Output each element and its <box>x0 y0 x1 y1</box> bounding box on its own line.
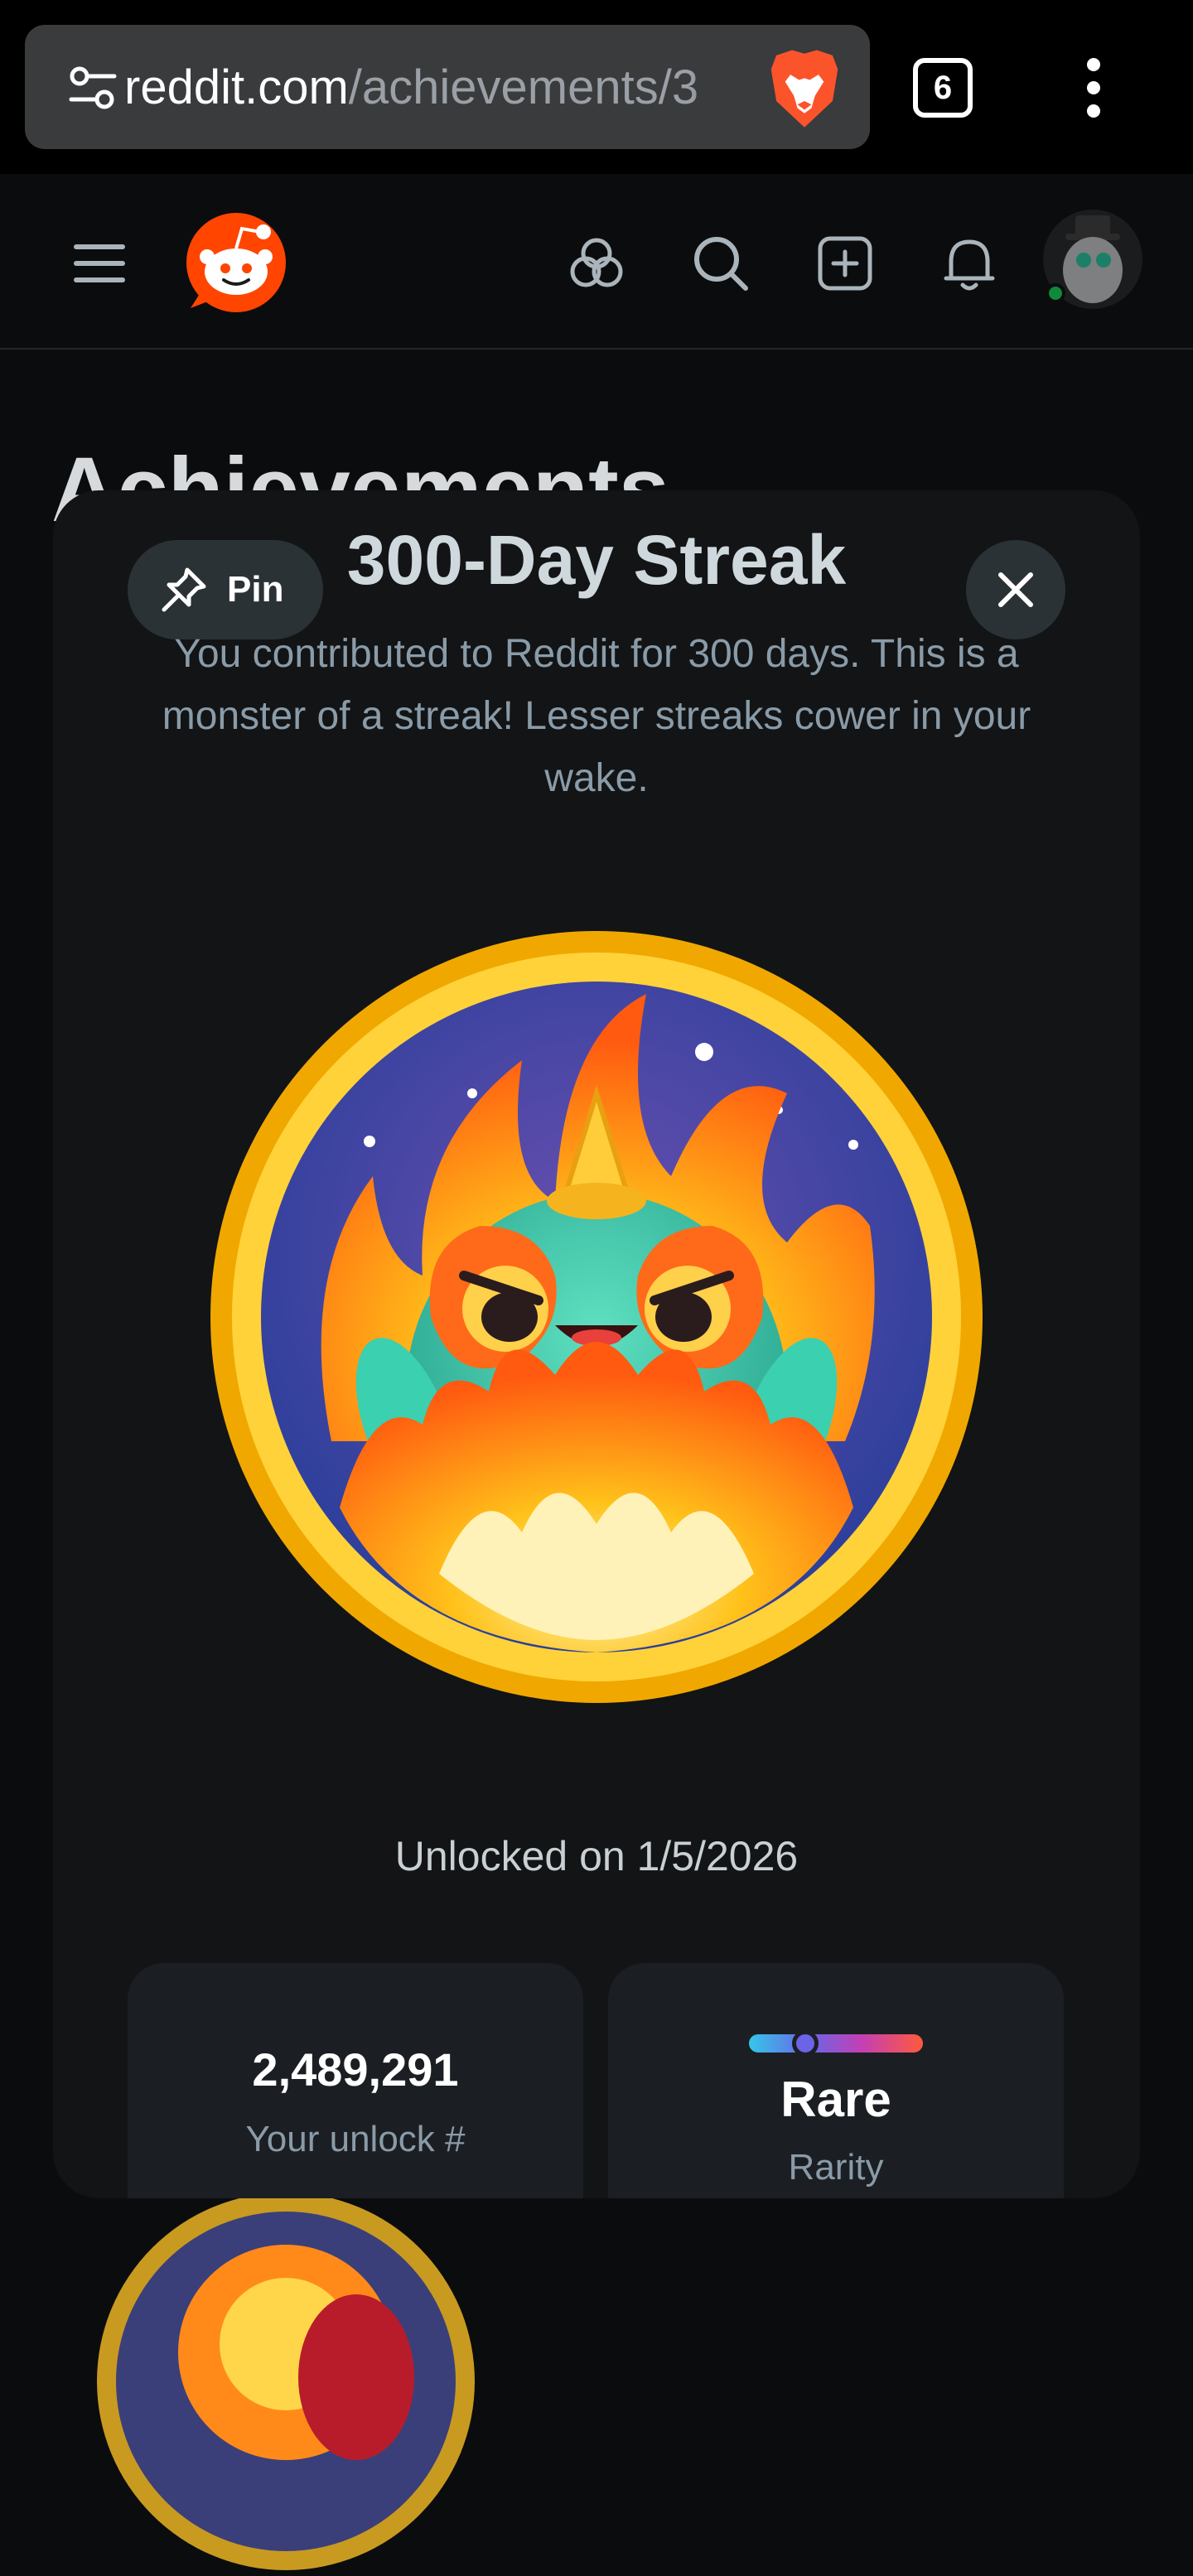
rarity-card: Rare Rarity <box>608 1963 1064 2198</box>
rarity-value: Rare <box>780 2072 891 2127</box>
notifications-bell-icon[interactable] <box>938 232 1001 295</box>
url-text[interactable]: reddit.com/achievements/3 <box>124 55 754 121</box>
achievement-badge-image <box>210 931 983 1703</box>
pin-icon <box>162 567 206 612</box>
close-icon <box>998 572 1033 607</box>
achievement-modal: 300-Day Streak Pin You contributed to Re… <box>53 490 1140 2198</box>
tab-switcher-button[interactable]: 6 <box>913 58 973 118</box>
rarity-label: Rarity <box>788 2147 884 2188</box>
user-avatar[interactable] <box>1041 207 1145 311</box>
hamburger-menu-icon[interactable] <box>68 232 131 295</box>
site-settings-icon[interactable] <box>68 63 118 113</box>
reddit-logo-icon[interactable] <box>184 210 288 315</box>
brave-lion-icon[interactable] <box>761 43 848 131</box>
unlock-number-label: Your unlock # <box>245 2119 466 2159</box>
search-icon[interactable] <box>689 232 752 295</box>
browser-toolbar: reddit.com/achievements/3 6 <box>0 0 1193 174</box>
url-path: /achievements/3 <box>348 60 699 114</box>
unlock-number-value: 2,489,291 <box>252 2043 459 2096</box>
unlocked-date: Unlocked on 1/5/2026 <box>394 1833 799 1879</box>
url-domain: reddit.com <box>124 60 349 114</box>
address-bar[interactable]: reddit.com/achievements/3 <box>25 25 870 149</box>
more-vert-icon[interactable] <box>1069 55 1118 121</box>
rarity-meter <box>749 2030 923 2057</box>
achievement-description: You contributed to Reddit for 300 days. … <box>162 632 1031 800</box>
rarity-indicator <box>792 2030 819 2057</box>
reddit-header <box>0 174 1193 350</box>
unlock-number-card: 2,489,291 Your unlock # <box>128 1963 583 2198</box>
background-badge-image[interactable] <box>91 2187 481 2576</box>
create-post-icon[interactable] <box>814 232 877 295</box>
communities-icon[interactable] <box>565 232 628 295</box>
